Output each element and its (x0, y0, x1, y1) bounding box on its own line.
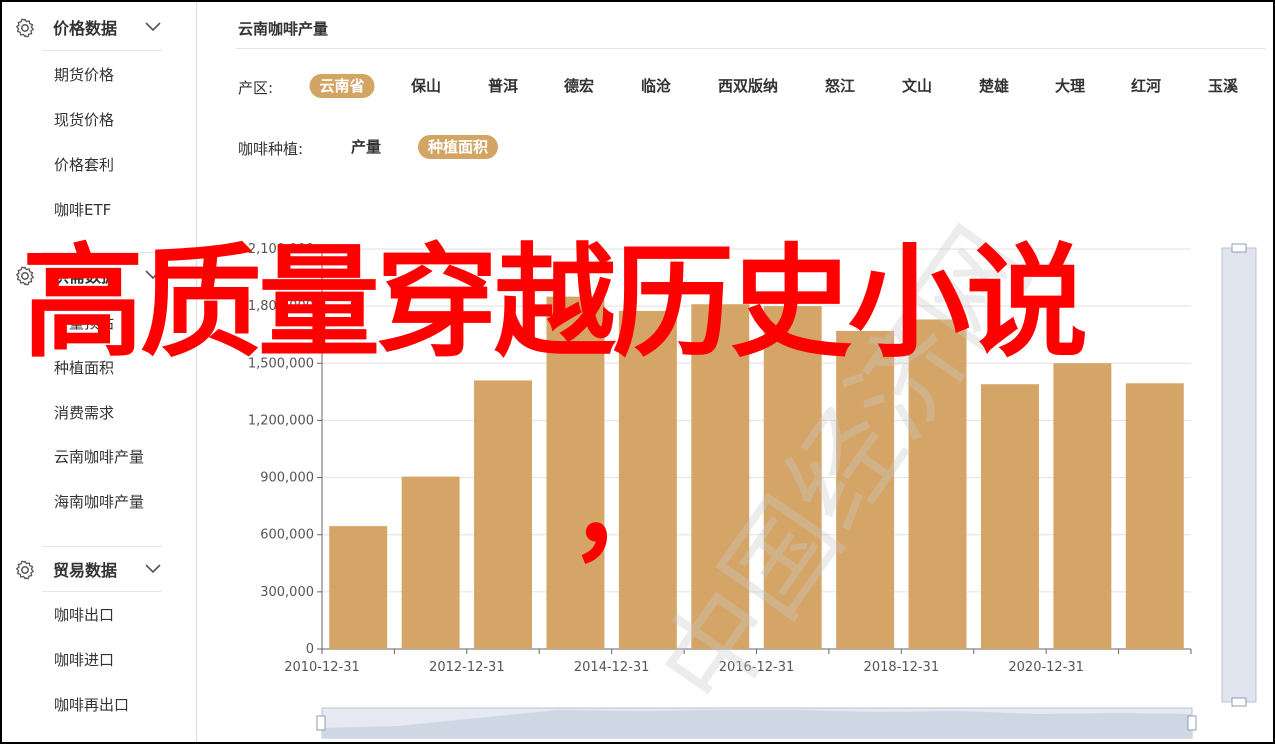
region-option[interactable]: 大理 (1045, 74, 1095, 98)
type-option[interactable]: 种植面积 (417, 135, 499, 159)
region-filter-label: 产区: (238, 79, 274, 97)
region-option[interactable]: 德宏 (554, 74, 604, 98)
region-option[interactable]: 玉溪 (1198, 74, 1248, 98)
divider (42, 50, 162, 51)
region-option[interactable]: 怒江 (815, 74, 865, 98)
region-option[interactable]: 西双版纳 (708, 74, 788, 98)
sidebar-item-spot-price[interactable]: 现货价格 (54, 109, 114, 130)
gear-icon (16, 18, 34, 38)
divider (42, 591, 162, 592)
horizontal-zoom-handle-right[interactable] (1187, 715, 1197, 731)
app-frame: 价格数据 期货价格 现货价格 价格套利 咖啡ETF 供需数据 产量预估 种植面积… (0, 0, 1275, 744)
overlay-headline: 高质量穿越历史小说 (22, 232, 1088, 374)
bar-2012-12-31[interactable] (474, 380, 533, 649)
x-tick-label: 2012-12-31 (429, 660, 505, 675)
y-tick-label: 300,000 (260, 585, 314, 600)
bar-2019-12-31[interactable] (980, 384, 1039, 649)
region-option[interactable]: 楚雄 (969, 74, 1019, 98)
x-tick-label: 2010-12-31 (284, 660, 360, 675)
vertical-zoom-handle-bottom[interactable] (1231, 697, 1247, 707)
chevron-down-icon (145, 22, 161, 32)
bar-2011-12-31[interactable] (401, 476, 460, 649)
y-tick-label: 1,200,000 (248, 413, 314, 428)
section-title: 价格数据 (53, 19, 118, 38)
divider (236, 48, 1266, 49)
page-title: 云南咖啡产量 (238, 20, 329, 38)
region-option[interactable]: 保山 (401, 74, 451, 98)
x-tick-label: 2018-12-31 (864, 660, 940, 675)
overlay-comma: ， (569, 448, 679, 576)
sidebar-item-coffee-etf[interactable]: 咖啡ETF (54, 199, 111, 220)
region-option[interactable]: 临沧 (631, 74, 681, 98)
chevron-down-icon (145, 564, 161, 574)
y-tick-label: 0 (306, 642, 314, 657)
type-option[interactable]: 产量 (341, 135, 391, 159)
gear-icon (16, 560, 34, 580)
type-filter-label: 咖啡种植: (238, 140, 304, 158)
region-option[interactable]: 文山 (892, 74, 942, 98)
section-header-trade[interactable]: 贸易数据 (2, 546, 197, 592)
section-title: 贸易数据 (53, 561, 118, 580)
bar-2021-12-31[interactable] (1125, 383, 1184, 649)
sidebar-item-futures-price[interactable]: 期货价格 (54, 64, 114, 85)
sidebar-item-arbitrage[interactable]: 价格套利 (54, 154, 114, 175)
horizontal-zoom-handle-left[interactable] (316, 715, 326, 731)
sidebar-item-yunnan-production[interactable]: 云南咖啡产量 (54, 446, 144, 467)
y-tick-label: 600,000 (260, 528, 314, 543)
region-option[interactable]: 普洱 (478, 74, 528, 98)
region-option[interactable]: 云南省 (309, 74, 375, 98)
x-tick-label: 2014-12-31 (574, 660, 650, 675)
sidebar-item-coffee-reexport[interactable]: 咖啡再出口 (54, 694, 129, 715)
y-tick-label: 900,000 (260, 471, 314, 486)
sidebar-item-coffee-export[interactable]: 咖啡出口 (54, 604, 114, 625)
sidebar-item-consumption[interactable]: 消费需求 (54, 402, 114, 423)
x-tick-label: 2020-12-31 (1008, 660, 1084, 675)
bar-2010-12-31[interactable] (329, 526, 388, 649)
sidebar-item-hainan-production[interactable]: 海南咖啡产量 (54, 491, 144, 512)
section-header-price[interactable]: 价格数据 (2, 4, 197, 50)
bar-2020-12-31[interactable] (1053, 363, 1112, 649)
sidebar-item-coffee-import[interactable]: 咖啡进口 (54, 649, 114, 670)
region-option[interactable]: 红河 (1121, 74, 1171, 98)
